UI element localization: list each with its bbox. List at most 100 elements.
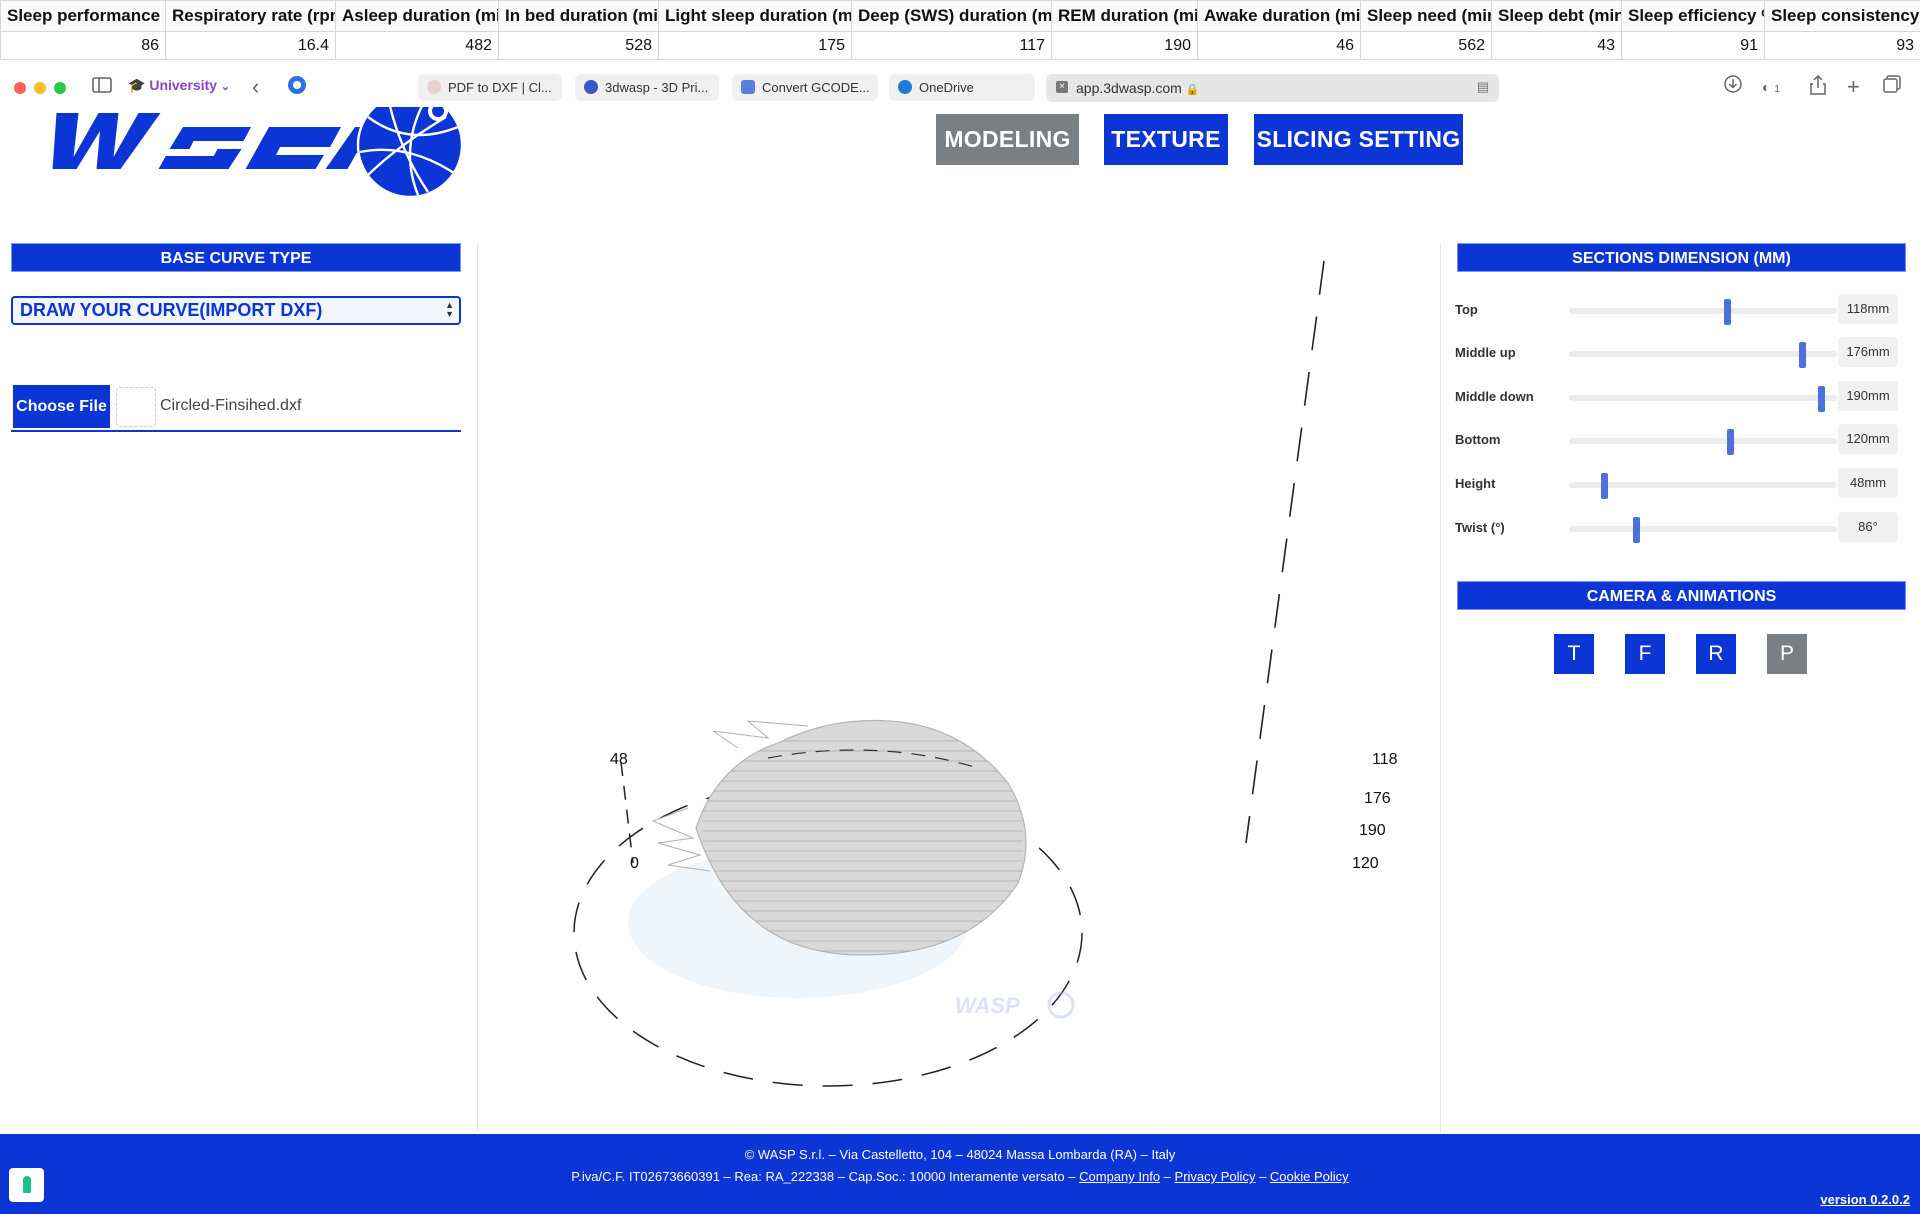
twist-axis-line [620,761,634,864]
slider-value[interactable]: 190mm [1838,381,1898,411]
table-cell[interactable]: 91 [1621,31,1765,60]
choose-file-button[interactable]: Choose File [13,385,110,428]
close-tab-icon[interactable]: × [1056,81,1068,93]
footer-legal: P.iva/C.F. IT02673660391 – Rea: RA_22233… [571,1169,1349,1184]
column-header[interactable]: REM duration (min) [1051,0,1198,32]
column-header[interactable]: In bed duration (min) [498,0,659,32]
chevron-down-icon: ⌄ [220,81,231,93]
slider-thumb[interactable] [1724,299,1732,325]
wasp-favicon-icon [584,80,598,94]
column-header[interactable]: Sleep need (min) [1360,0,1492,32]
column-header[interactable]: Sleep performance % [0,0,166,32]
slicing-setting-tab[interactable]: SLICING SETTING [1254,114,1463,165]
column-header[interactable]: Asleep duration (min) [335,0,499,32]
modeling-tab[interactable]: MODELING [936,114,1079,165]
slider-track[interactable] [1569,386,1837,412]
slider-track[interactable] [1569,473,1837,499]
curve-type-select[interactable]: DRAW YOUR CURVE(IMPORT DXF) ▲ ▼ [11,296,461,325]
table-cell[interactable]: 16.4 [165,31,336,60]
table-cell[interactable]: 175 [658,31,852,60]
share-icon[interactable] [1810,74,1826,101]
table-cell[interactable]: 528 [498,31,659,60]
company-info-link[interactable]: Company Info [1079,1169,1160,1184]
accessibility-badge-icon[interactable] [9,1168,44,1202]
texture-tab[interactable]: TEXTURE [1104,114,1228,165]
slider-label: Bottom [1455,432,1501,447]
section-label-middle-down: 190 [1359,822,1386,839]
lock-icon: 🔒 [1185,84,1200,96]
slider-track[interactable] [1569,342,1837,368]
column-header[interactable]: Sleep efficiency % [1621,0,1765,32]
shield-count: 1 [1774,84,1780,95]
privacy-policy-link[interactable]: Privacy Policy [1175,1169,1256,1184]
browser-tab[interactable]: PDF to DXF | Cl... [418,74,562,101]
profile-label: University [149,77,218,93]
browser-tab[interactable]: 3dwasp - 3D Pri... [575,74,719,101]
column-header[interactable]: Awake duration (min) [1197,0,1361,32]
slider-track[interactable] [1569,299,1837,325]
address-bar[interactable]: × app.3dwasp.com 🔒 ▤ [1046,74,1499,102]
curve-type-value: DRAW YOUR CURVE(IMPORT DXF) [20,300,323,320]
table-cell[interactable]: 46 [1197,31,1361,60]
extension-icon[interactable] [287,75,307,101]
browser-toolbar: 🎓 University ⌄ ‹ PDF to DXF | Cl... 3dwa… [0,67,1920,107]
column-header[interactable]: Sleep consistency % [1764,0,1920,32]
new-tab-icon[interactable]: + [1847,75,1860,99]
profile-switcher[interactable]: 🎓 University ⌄ [128,77,230,94]
slider-value[interactable]: 120mm [1838,424,1898,454]
table-cell[interactable]: 86 [0,31,166,60]
minimize-window-button[interactable] [34,82,46,94]
section-label-bottom: 120 [1352,855,1379,872]
column-header[interactable]: Deep (SWS) duration (min) [851,0,1052,32]
zoom-window-button[interactable] [54,82,66,94]
download-icon[interactable] [1724,75,1742,99]
privacy-shield-icon[interactable]: ◐ 1 [1762,75,1780,102]
address-text: app.3dwasp.com [1076,80,1182,96]
table-cell[interactable]: 190 [1051,31,1198,60]
table-cell[interactable]: 93 [1764,31,1920,60]
table-cell[interactable]: 482 [335,31,499,60]
table-cell[interactable]: 117 [851,31,1052,60]
slider-value[interactable]: 86° [1838,512,1898,542]
camera-front-button[interactable]: F [1625,634,1665,674]
column-header[interactable]: Respiratory rate (rpm) [165,0,336,32]
slider-value[interactable]: 118mm [1838,294,1898,324]
reader-icon[interactable]: ▤ [1477,79,1489,95]
version-link[interactable]: version 0.2.0.2 [1820,1192,1910,1207]
browser-tab[interactable]: Convert GCODE... [732,74,878,101]
column-header[interactable]: Sleep debt (min) [1491,0,1622,32]
back-icon[interactable]: ‹ [252,75,259,99]
sleep-table: Sleep performance % Respiratory rate (rp… [0,0,1920,60]
camera-right-button[interactable]: R [1696,634,1736,674]
slider-label: Top [1455,302,1478,317]
tab-title: OneDrive [919,80,974,95]
cookie-policy-link[interactable]: Cookie Policy [1270,1169,1349,1184]
sidebar-toggle-icon[interactable] [92,75,112,99]
slider-track[interactable] [1569,429,1837,455]
slider-value[interactable]: 48mm [1838,468,1898,498]
slider-twist: Twist (°) 86° [1455,512,1920,543]
browser-tab[interactable]: OneDrive [889,74,1035,101]
onedrive-icon [898,80,912,94]
slider-thumb[interactable] [1817,386,1825,412]
camera-top-button[interactable]: T [1554,634,1594,674]
close-window-button[interactable] [14,82,26,94]
slider-value[interactable]: 176mm [1838,337,1898,367]
table-cell[interactable]: 562 [1360,31,1492,60]
slider-thumb[interactable] [1799,342,1807,368]
slider-thumb[interactable] [1726,429,1734,455]
slider-label: Twist (°) [1455,520,1505,535]
camera-perspective-button[interactable]: P [1767,634,1807,674]
file-name: Circled-Finsihed.dxf [160,397,302,414]
wasp-logo[interactable] [38,91,468,199]
slider-label: Middle down [1455,389,1534,404]
tab-overview-icon[interactable] [1883,75,1901,99]
model-canvas[interactable]: WASP [478,243,1440,1133]
slider-track[interactable] [1569,517,1837,543]
3d-viewport[interactable]: WASP 48 0 118 176 190 120 [478,243,1440,1133]
column-header[interactable]: Light sleep duration (min) [658,0,852,32]
slider-label: Middle up [1455,345,1516,360]
slider-thumb[interactable] [1633,517,1640,543]
slider-thumb[interactable] [1600,473,1608,499]
table-cell[interactable]: 43 [1491,31,1622,60]
